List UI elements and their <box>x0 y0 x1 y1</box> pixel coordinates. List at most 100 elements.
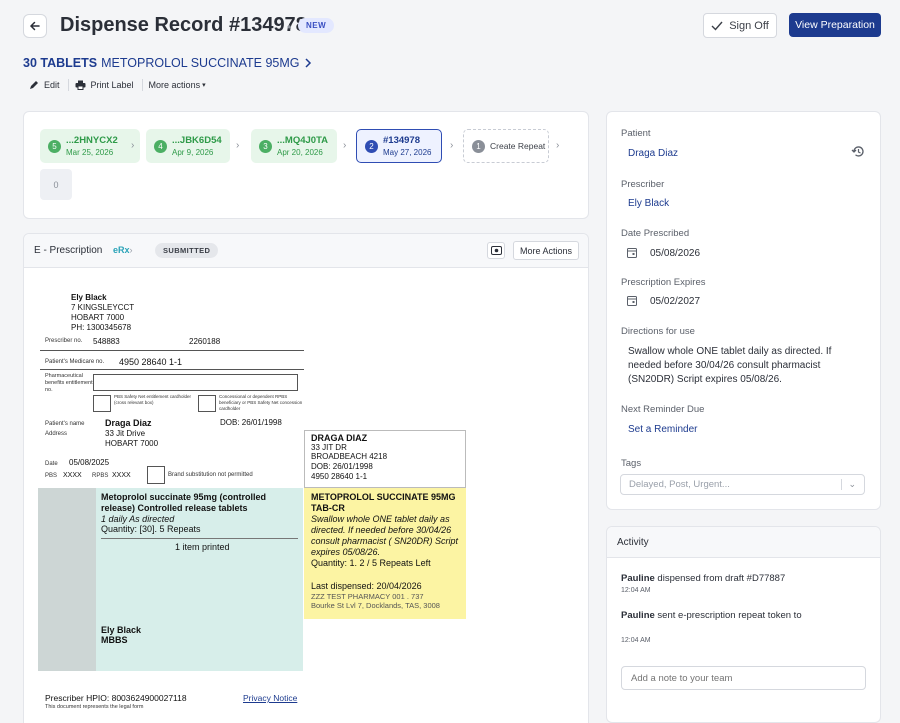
status-badge: NEW <box>298 18 335 33</box>
prescriber-number-secondary: 2260188 <box>189 337 221 346</box>
step-date: Apr 20, 2026 <box>277 148 323 157</box>
pbs-label: PBS <box>45 473 58 479</box>
eye-icon <box>490 246 502 255</box>
activity-time: 12:04 AM <box>621 637 651 644</box>
label-pharmacy: ZZZ TEST PHARMACY 001 . 737 <box>311 592 424 601</box>
directions-value: Swallow whole ONE tablet daily as direct… <box>628 346 832 385</box>
patient-link[interactable]: Draga Diaz <box>628 148 678 159</box>
step-date: May 27, 2026 <box>383 148 432 157</box>
step-number: 2 <box>365 139 378 153</box>
signature-qualification: MBBS <box>101 635 128 645</box>
activity-header: Activity <box>607 527 880 558</box>
dispensing-label: METOPROLOL SUCCINATE 95MG TAB-CR Swallow… <box>304 488 466 619</box>
label-drug-name: METOPROLOL SUCCINATE 95MG TAB-CR <box>311 492 456 513</box>
prescription-more-actions-button[interactable]: More Actions <box>513 241 579 260</box>
chevron-right-icon <box>304 58 311 68</box>
patient-label: Patient <box>621 128 651 139</box>
items-printed: 1 item printed <box>175 542 230 552</box>
chevron-right-icon: › <box>131 140 135 151</box>
view-preparation-button[interactable]: View Preparation <box>789 13 881 37</box>
chevron-down-icon: ▾ <box>202 82 206 89</box>
prescription-header: E - Prescription eRx› SUBMITTED More Act… <box>24 234 588 268</box>
brand-substitution-checkbox <box>147 466 165 484</box>
repeat-timeline-card <box>23 111 589 219</box>
more-actions-label: More actions <box>148 80 201 90</box>
back-button[interactable] <box>23 14 47 38</box>
step-code: #134978 <box>383 135 420 146</box>
step-number: 1 <box>472 139 485 153</box>
rpbs-label: RPBS <box>92 473 109 479</box>
prescriber-label: Prescriber <box>621 179 665 190</box>
page-title: Dispense Record #134978 <box>60 14 307 36</box>
activity-text: dispensed from draft #D77887 <box>654 573 786 584</box>
date-label: Date <box>45 461 58 467</box>
check-icon <box>711 21 723 31</box>
tags-placeholder: Delayed, Post, Urgent... <box>629 479 730 490</box>
sign-off-button[interactable]: Sign Off <box>703 13 777 38</box>
patient-label-box: DRAGA DIAZ 33 JIT DR BROADBEACH 4218 DOB… <box>304 430 466 488</box>
history-icon[interactable] <box>851 145 865 158</box>
tags-label: Tags <box>621 458 642 469</box>
activity-user: Pauline <box>621 573 655 584</box>
printer-icon <box>75 80 86 90</box>
more-actions-dropdown[interactable]: More actions ▾ <box>143 80 214 90</box>
activity-time: 12:04 AM <box>621 587 651 594</box>
script-medication-quantity: Quantity: [30]. 5 Repeats <box>101 524 201 534</box>
date-prescribed-label: Date Prescribed <box>621 228 690 239</box>
details-panel <box>606 111 881 510</box>
script-patient-address2: HOBART 7000 <box>105 439 159 448</box>
tags-select[interactable]: Delayed, Post, Urgent... ⌄ <box>620 474 865 495</box>
print-label-button[interactable]: Print Label <box>69 80 142 90</box>
label-patient-address2: BROADBEACH 4218 <box>311 452 388 461</box>
chevron-down-icon: ⌄ <box>841 479 856 490</box>
drug-title[interactable]: 30 TABLETS METOPROLOL SUCCINATE 95MG <box>23 56 312 70</box>
prescriber-link[interactable]: Ely Black <box>628 198 669 209</box>
team-note-input[interactable] <box>621 666 866 690</box>
prescriber-number: 548883 <box>93 337 120 346</box>
label-pharmacy-address: Bourke St Lvl 7, Docklands, TAS, 3008 <box>311 601 440 610</box>
chevron-right-icon: › <box>343 140 347 151</box>
script-medication-name: Metoprolol succinate 95mg (controlled re… <box>101 492 267 513</box>
chevron-right-icon: › <box>556 140 560 151</box>
create-repeat-label: Create Repeat <box>490 141 546 151</box>
label-quantity: Quantity: 1. 2 / 5 Repeats Left <box>311 558 431 568</box>
medicare-label: Patient's Medicare no. <box>45 359 105 365</box>
date-prescribed-value: 05/08/2026 <box>650 248 701 259</box>
prescriber-phone: PH: 1300345678 <box>71 323 132 332</box>
step-date: Mar 25, 2026 <box>66 148 114 157</box>
pbs-safety-checkbox <box>93 395 111 412</box>
drug-quantity: 30 TABLETS <box>23 56 98 70</box>
counter-badge: 0 <box>40 169 72 200</box>
timeline-step-2[interactable]: 2 #134978 May 27, 2026 <box>356 129 442 163</box>
activity-entry: Pauline dispensed from draft #D77887 <box>621 573 785 584</box>
prescription-title: E - Prescription <box>34 245 103 256</box>
edit-button[interactable]: Edit <box>23 80 68 90</box>
pbs-safety-label: PBS Safety Net entitlement cardholder (c… <box>114 394 192 405</box>
label-patient-address1: 33 JIT DR <box>311 443 347 452</box>
chevron-right-icon: › <box>450 140 454 151</box>
script-patient-dob: DOB: 26/01/1998 <box>220 418 282 427</box>
activity-text: sent e-prescription repeat token to <box>654 610 802 621</box>
concessional-label: Concessional or dependent RPBS beneficia… <box>219 394 303 411</box>
concessional-checkbox <box>198 395 216 412</box>
script-medication-area: Metoprolol succinate 95mg (controlled re… <box>38 488 303 671</box>
label-directions: Swallow whole ONE tablet daily as direct… <box>311 514 459 557</box>
create-repeat-step[interactable]: 1 Create Repeat <box>463 129 549 163</box>
divider <box>40 350 304 351</box>
timeline-step-4[interactable]: 4 ...JBK6D54 Apr 9, 2026 <box>146 129 230 163</box>
security-stripe <box>38 488 96 671</box>
prescriber-name: Ely Black <box>71 293 107 302</box>
set-reminder-link[interactable]: Set a Reminder <box>628 424 697 435</box>
privacy-notice-link[interactable]: Privacy Notice <box>243 693 297 703</box>
pbe-label: Pharmaceutical benefits entitlement no. <box>45 373 93 393</box>
timeline-step-3[interactable]: 3 ...MQ4J0TA Apr 20, 2026 <box>251 129 337 163</box>
submitted-badge: SUBMITTED <box>155 243 219 258</box>
view-document-button[interactable] <box>487 242 505 259</box>
calendar-icon <box>627 296 637 306</box>
timeline-step-5[interactable]: 5 ...2HNYCX2 Mar 25, 2026 <box>40 129 140 163</box>
prescription-expires-label: Prescription Expires <box>621 277 706 288</box>
arrow-left-icon <box>29 21 40 31</box>
step-code: ...MQ4J0TA <box>277 135 329 146</box>
prescriber-address-line1: 7 KINGSLEYCCT <box>71 303 135 312</box>
erx-label: eRx <box>113 245 130 255</box>
